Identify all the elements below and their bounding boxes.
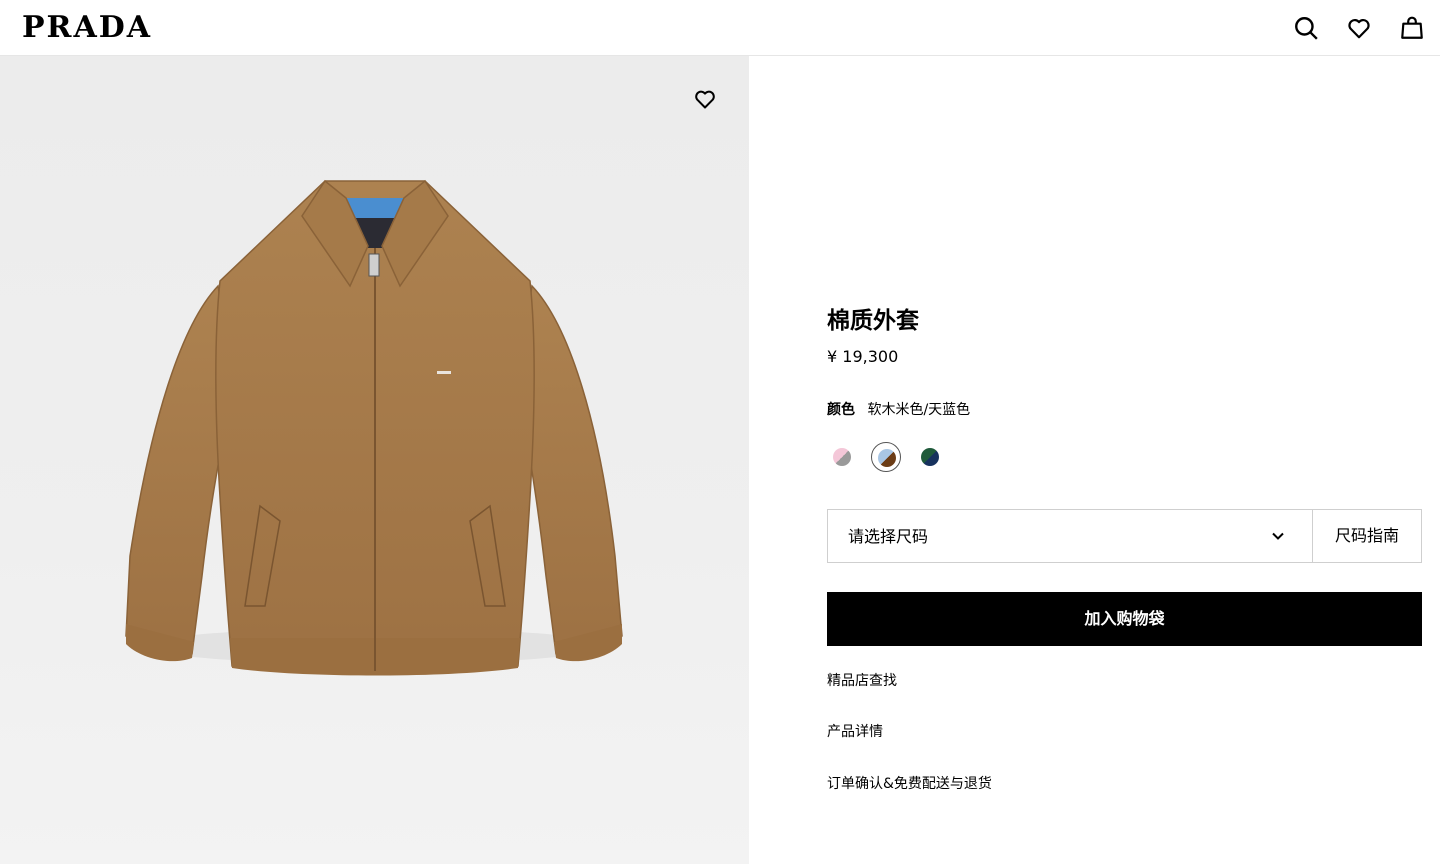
search-icon[interactable]: [1292, 14, 1320, 42]
jacket-image[interactable]: [110, 176, 640, 686]
swatch-dot: [833, 448, 851, 466]
product-image-panel: [0, 56, 749, 864]
wishlist-heart-icon[interactable]: [692, 87, 720, 113]
chevron-down-icon: [1272, 532, 1284, 540]
product-details-link[interactable]: 产品详情: [827, 721, 883, 743]
top-header: PRADA: [0, 0, 1440, 56]
add-to-bag-button[interactable]: 加入购物袋: [827, 592, 1422, 646]
product-details-panel: 棉质外套 ¥ 19,300 颜色 软木米色/天蓝色 请选择尺码 尺码指南 加入购…: [749, 56, 1440, 864]
color-value: 软木米色/天蓝色: [867, 402, 971, 418]
swatch-dot: [878, 449, 896, 467]
store-locator-link[interactable]: 精品店查找: [827, 670, 897, 692]
color-swatch-green-navy[interactable]: [915, 442, 945, 472]
product-price: ¥ 19,300: [827, 347, 899, 366]
color-row: 颜色 软木米色/天蓝色: [827, 399, 970, 421]
brand-logo[interactable]: PRADA: [22, 10, 152, 46]
shipping-returns-link[interactable]: 订单确认&免费配送与退货: [827, 773, 992, 795]
heart-icon[interactable]: [1345, 14, 1373, 42]
size-select[interactable]: 请选择尺码: [827, 509, 1313, 563]
color-swatch-pink-gray[interactable]: [827, 442, 857, 472]
size-guide-button[interactable]: 尺码指南: [1312, 509, 1422, 563]
product-title: 棉质外套: [827, 308, 919, 334]
color-label: 颜色: [827, 402, 855, 418]
swatch-dot: [921, 448, 939, 466]
color-swatch-blue-brown[interactable]: [871, 442, 901, 472]
bag-icon[interactable]: [1398, 14, 1426, 42]
size-select-label: 请选择尺码: [848, 527, 929, 546]
